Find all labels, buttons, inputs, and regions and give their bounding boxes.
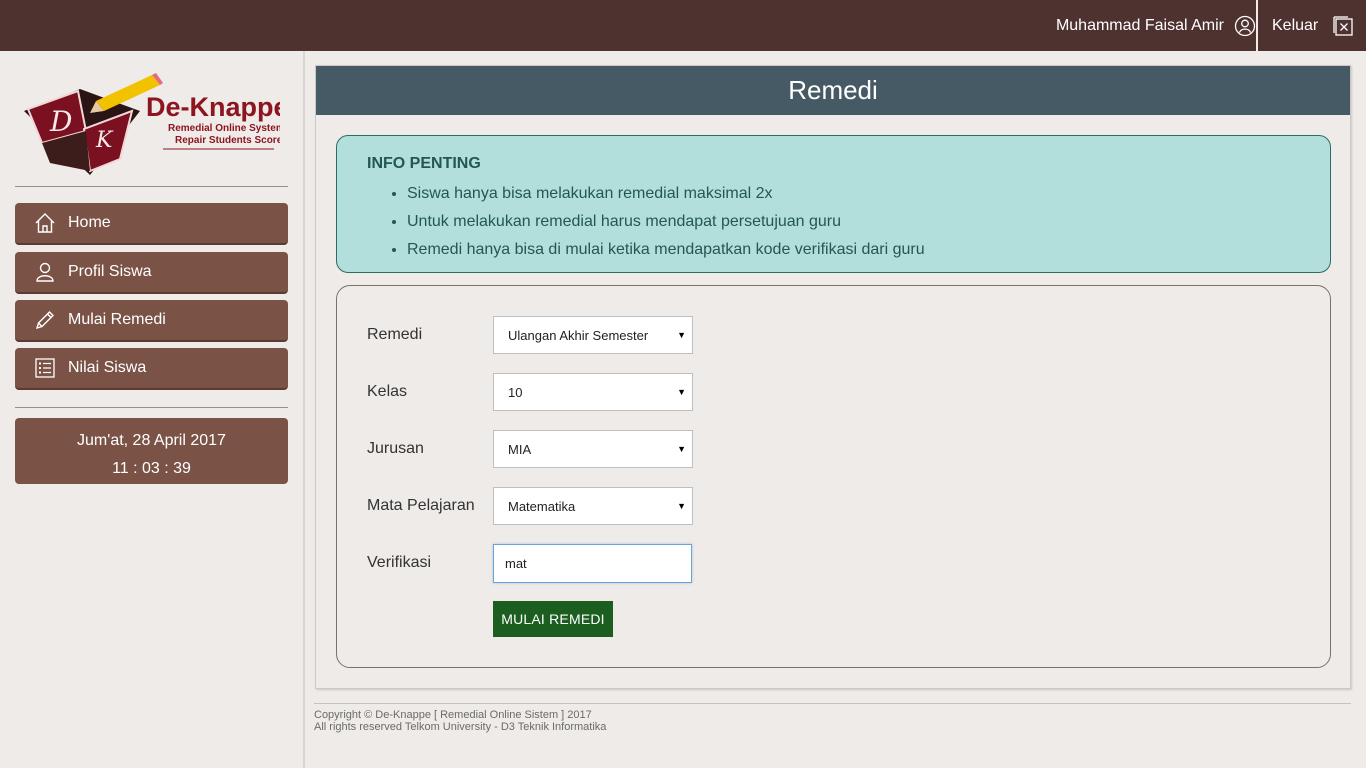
sidebar-item-label: Home <box>68 214 111 231</box>
sidebar-item-mulai-remedi[interactable]: Mulai Remedi <box>15 300 288 342</box>
info-list: Siswa hanya bisa melakukan remedial maks… <box>367 180 1300 264</box>
sidebar-item-nilai-siswa[interactable]: Nilai Siswa <box>15 348 288 390</box>
form-row-kelas: Kelas 10 ▼ <box>367 373 697 411</box>
sidebar-divider <box>15 186 288 187</box>
caret-down-icon: ▼ <box>677 501 686 511</box>
user-name: Muhammad Faisal Amir <box>1055 16 1224 34</box>
current-date: Jum'at, 28 April 2017 <box>77 432 226 449</box>
remedi-select-value: Ulangan Akhir Semester <box>508 327 649 343</box>
info-item: Remedi hanya bisa di mulai ketika mendap… <box>407 236 1300 264</box>
info-item: Siswa hanya bisa melakukan remedial maks… <box>407 180 1300 208</box>
verifikasi-input[interactable] <box>493 543 692 583</box>
form-row-remedi: Remedi Ulangan Akhir Semester ▼ <box>367 316 697 354</box>
pencil-icon <box>33 308 57 332</box>
logout-label: Keluar <box>1272 16 1319 34</box>
caret-down-icon: ▼ <box>677 387 686 397</box>
kelas-select[interactable]: 10 ▼ <box>493 373 693 411</box>
current-time: 11 : 03 : 39 <box>112 460 191 477</box>
user-menu[interactable]: Muhammad Faisal Amir <box>1056 0 1256 51</box>
kelas-label: Kelas <box>367 383 408 400</box>
jurusan-select-value: MIA <box>508 441 532 457</box>
mata-pelajaran-select-value: Matematika <box>508 498 576 514</box>
caret-down-icon: ▼ <box>677 444 686 454</box>
sidebar-item-label: Profil Siswa <box>68 263 152 280</box>
logout-button[interactable]: Keluar <box>1272 0 1354 51</box>
remedi-label: Remedi <box>367 326 423 343</box>
form-row-jurusan: Jurusan MIA ▼ <box>367 430 697 468</box>
footer-copyright: Copyright © De-Knappe [ Remedial Online … <box>314 709 592 721</box>
sidebar-border <box>303 51 305 768</box>
info-box: INFO PENTING Siswa hanya bisa melakukan … <box>336 135 1331 273</box>
kelas-select-value: 10 <box>508 384 523 400</box>
mata-pelajaran-label: Mata Pelajaran <box>367 497 475 514</box>
sidebar-item-label: Mulai Remedi <box>68 311 166 328</box>
sidebar-item-home[interactable]: Home <box>15 203 288 245</box>
mulai-remedi-button[interactable]: MULAI REMEDI <box>493 601 613 637</box>
logo-subtitle-1: Remedial Online System <box>168 123 280 134</box>
remedi-form: Remedi Ulangan Akhir Semester ▼ Kelas 10… <box>336 285 1331 668</box>
user-circle-icon <box>1234 15 1256 37</box>
form-row-verifikasi: Verifikasi <box>367 543 697 583</box>
sidebar-item-label: Nilai Siswa <box>68 359 147 376</box>
user-icon <box>33 260 57 284</box>
logo-subtitle-2: Repair Students Score <box>175 135 280 146</box>
logo[interactable]: D K De-Knappe Remedial Online System Rep… <box>20 71 289 183</box>
sidebar-item-profil-siswa[interactable]: Profil Siswa <box>15 252 288 294</box>
verifikasi-label: Verifikasi <box>367 554 432 571</box>
caret-down-icon: ▼ <box>677 330 686 340</box>
remedi-select[interactable]: Ulangan Akhir Semester ▼ <box>493 316 693 354</box>
exit-icon <box>1332 15 1354 37</box>
remedi-panel: Remedi INFO PENTING Siswa hanya bisa mel… <box>315 65 1351 689</box>
home-icon <box>33 211 57 235</box>
jurusan-label: Jurusan <box>367 440 424 457</box>
logo-monogram-d: D <box>49 105 72 138</box>
footer-divider <box>314 703 1351 704</box>
form-row-mata-pelajaran: Mata Pelajaran Matematika ▼ <box>367 487 697 525</box>
list-icon <box>33 356 57 380</box>
mata-pelajaran-select[interactable]: Matematika ▼ <box>493 487 693 525</box>
jurusan-select[interactable]: MIA ▼ <box>493 430 693 468</box>
logo-title: De-Knappe <box>146 92 280 122</box>
sidebar: D K De-Knappe Remedial Online System Rep… <box>0 51 303 768</box>
info-item: Untuk melakukan remedial harus mendapat … <box>407 208 1300 236</box>
page-title: Remedi <box>316 66 1350 115</box>
sidebar-divider <box>15 407 288 408</box>
date-time-widget: Jum'at, 28 April 2017 11 : 03 : 39 <box>15 418 288 484</box>
info-title: INFO PENTING <box>367 155 481 172</box>
top-bar: Muhammad Faisal Amir Keluar <box>0 0 1366 51</box>
logo-monogram-k: K <box>95 128 114 153</box>
footer-rights: All rights reserved Telkom University - … <box>314 721 607 733</box>
topbar-divider <box>1256 0 1258 51</box>
footer: Copyright © De-Knappe [ Remedial Online … <box>314 709 606 733</box>
